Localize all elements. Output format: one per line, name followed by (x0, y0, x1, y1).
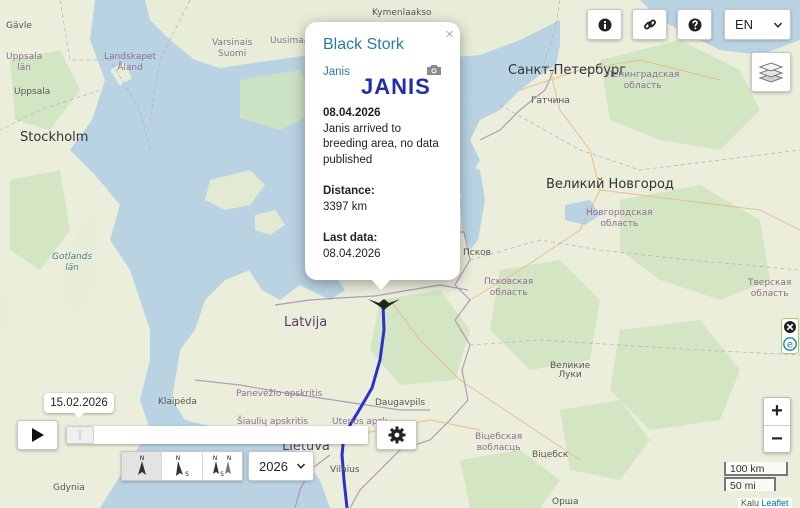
label-tver-oblast: Тверская область (748, 278, 792, 299)
play-button[interactable] (17, 420, 58, 450)
scale-km: 100 km (724, 462, 788, 476)
label-uusimaa: Uusimaa (270, 36, 310, 46)
scale-mi: 50 mi (724, 477, 776, 492)
orientation-free[interactable]: N N S (203, 452, 242, 480)
label-vitebsk-oblast: Віцебская вобласць (475, 432, 523, 453)
label-uppsala-lan: Uppsala län (6, 52, 43, 73)
zoom-control[interactable]: + − (763, 397, 791, 453)
play-icon (31, 428, 44, 442)
popup-title: Black Stork (323, 36, 404, 53)
help-button[interactable] (677, 9, 712, 40)
label-latvija: Latvija (284, 315, 328, 330)
label-klaipeda: Klaipėda (158, 397, 197, 407)
close-widget-icon: e (783, 321, 797, 351)
language-select[interactable]: EN (724, 9, 791, 40)
label-gatchina: Гатчина (531, 96, 570, 106)
chevron-down-icon (296, 463, 306, 469)
svg-text:S: S (185, 471, 189, 478)
orientation-north-up[interactable]: N (122, 452, 163, 480)
info-circle-icon (598, 18, 611, 31)
share-link-button[interactable] (632, 9, 667, 40)
zoom-in-button[interactable]: + (764, 398, 790, 426)
language-value: EN (735, 17, 754, 32)
label-panevezio: Panevėžio apskritis (236, 389, 323, 399)
label-novgorod-oblast: Новгородская область (586, 208, 653, 229)
north-arrow-icon: N (137, 455, 146, 475)
bird-marker-icon[interactable] (367, 296, 401, 312)
svg-text:S: S (220, 471, 224, 478)
timeline-slider[interactable] (66, 426, 368, 444)
label-pskov: Псков (463, 248, 491, 258)
link-icon (643, 19, 656, 29)
label-stockholm: Stockholm (20, 130, 89, 145)
compass-rotate-icon: N S (176, 455, 189, 478)
timeline-handle[interactable] (66, 426, 94, 444)
label-gavle: Gävle (6, 21, 32, 31)
popup-date: 08.04.2026 (323, 107, 381, 119)
label-kymenlaakso: Kymenlaakso (372, 8, 432, 18)
settings-button[interactable] (376, 420, 417, 450)
gear-icon (388, 426, 405, 444)
last-data-label: Last data: (323, 232, 378, 244)
svg-text:N: N (227, 455, 232, 462)
distance-value: 3397 km (323, 200, 368, 213)
info-button[interactable] (587, 9, 622, 40)
label-gotlands-lan: Gotlands län (52, 252, 93, 273)
label-landskapet-aland: Landskapet Åland (104, 52, 156, 73)
chevron-down-icon (773, 22, 783, 28)
svg-text:N: N (213, 455, 218, 462)
label-daugavpils: Daugavpils (375, 398, 426, 408)
popup-close-button[interactable]: × (445, 26, 454, 43)
svg-text:e: e (787, 340, 793, 351)
last-data-value: 08.04.2026 (323, 247, 381, 260)
svg-text:N: N (139, 455, 144, 462)
layers-icon (758, 62, 784, 83)
label-gdynia: Gdynia (53, 483, 85, 493)
timeline-date-tooltip: 15.02.2026 (44, 393, 114, 418)
question-circle-icon (688, 18, 701, 31)
year-value: 2026 (259, 458, 288, 474)
label-pskov-oblast: Псковская область (484, 277, 534, 298)
label-veliky-novgorod: Великий Новгород (546, 177, 674, 192)
attribution: Kalu Leaflet (738, 498, 792, 508)
label-orsha: Орша (552, 497, 579, 507)
zoom-out-button[interactable]: − (764, 426, 790, 453)
year-select[interactable]: 2026 (248, 451, 314, 481)
popup-tip (371, 279, 391, 290)
label-varsinais-suomi: Varsinais Suomi (212, 38, 253, 59)
label-leningrad-oblast: Ленинградская область (606, 70, 680, 91)
compass-free-icon: N N S (213, 455, 232, 478)
orientation-selector[interactable]: N N S N N S (121, 451, 243, 481)
bird-info-popup: × Black Stork Janis JANIS 08.04.2026 Jan… (305, 22, 460, 290)
timeline-date: 15.02.2026 (50, 397, 108, 409)
bird-logo: JANIS (361, 74, 431, 99)
attribution-prefix: Kalu (741, 498, 760, 508)
label-velikie-luki: Великие Луки (550, 361, 591, 380)
svg-text:N: N (176, 455, 181, 462)
popup-status: Janis arrived to breeding area, no data … (323, 122, 439, 166)
leaflet-link[interactable]: Leaflet (762, 498, 789, 508)
label-uppsala: Uppsala (14, 87, 51, 97)
orientation-track-up[interactable]: N S (162, 452, 203, 480)
side-widget[interactable]: e (781, 318, 799, 354)
layers-button[interactable] (751, 52, 791, 92)
scale-bar: 100 km 50 mi (724, 462, 788, 492)
distance-label: Distance: (323, 185, 375, 197)
label-vitebsk: Віцебск (532, 450, 569, 460)
label-vilnius: Vilnius (330, 465, 360, 475)
